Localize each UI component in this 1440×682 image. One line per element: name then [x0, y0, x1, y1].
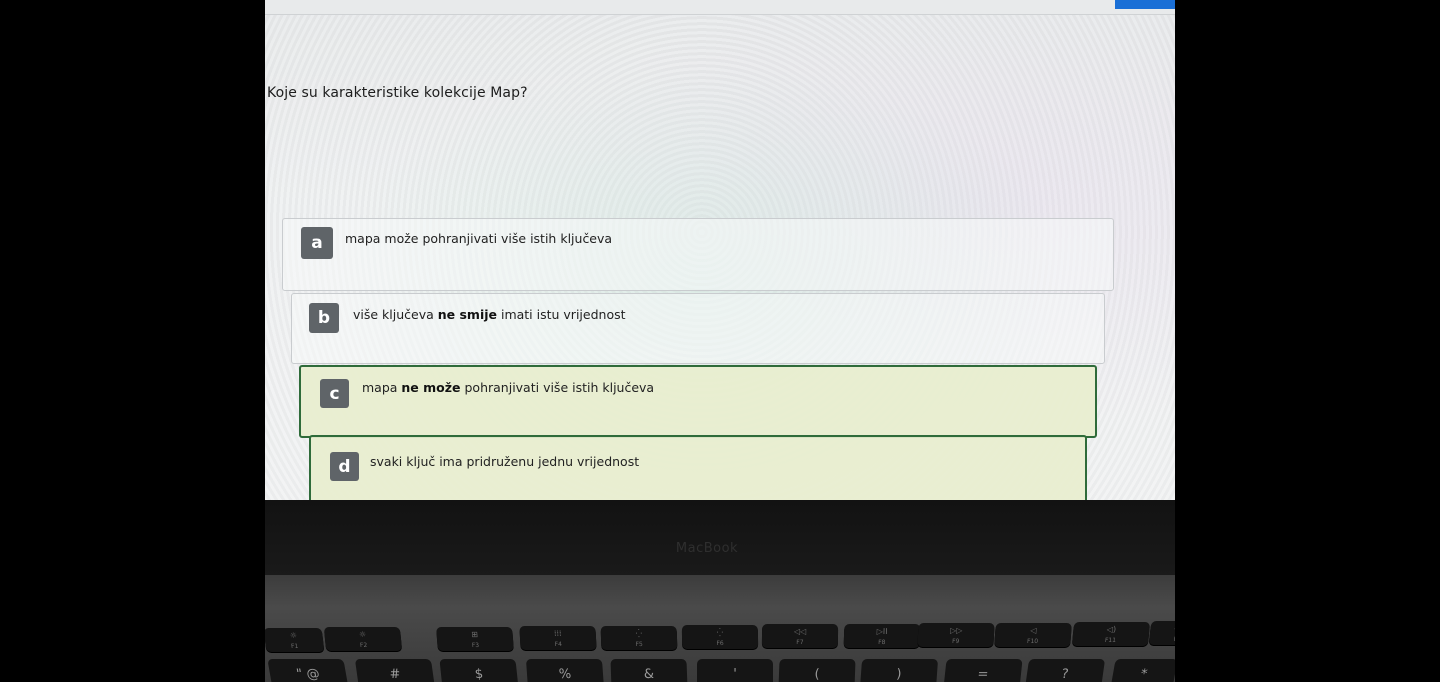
function-key-icon: ☼ [289, 631, 298, 640]
option-text: mapa ne može pohranjivati više istih klj… [362, 380, 654, 395]
quiz-screen: Koje su karakteristike kolekcije Map? a … [265, 0, 1175, 516]
top-bar [265, 0, 1175, 15]
option-letter-badge: b [309, 303, 339, 333]
screen-bezel [265, 500, 1175, 578]
option-text-part: više ključeva [353, 307, 438, 322]
number-key[interactable]: " @ [267, 659, 349, 682]
function-key-icon: ◁ [1029, 625, 1037, 635]
top-action-button[interactable] [1115, 0, 1175, 9]
function-key[interactable]: ▷▷ F9 [917, 623, 995, 648]
function-key-icon: ☼ [358, 630, 367, 640]
function-key-icon: ▷▷ [949, 626, 963, 636]
option-text: više ključeva ne smije imati istu vrijed… [353, 307, 626, 322]
option-text: svaki ključ ima pridruženu jednu vrijedn… [370, 454, 639, 469]
function-key[interactable]: ☼ F2 [323, 627, 403, 652]
option-letter-badge: d [330, 452, 359, 481]
number-key[interactable]: & [610, 659, 688, 682]
number-key[interactable]: ( [778, 659, 856, 682]
function-key-icon: ▷II [876, 626, 888, 636]
function-key-label: F6 [716, 640, 724, 647]
number-key[interactable]: * [1110, 659, 1175, 682]
function-key-label: F3 [471, 641, 480, 649]
answer-option-d[interactable]: d svaki ključ ima pridruženu jednu vrije… [309, 435, 1087, 509]
function-key-label: F1 [290, 643, 299, 650]
function-key-icon: ◁) [1106, 625, 1117, 634]
option-text-part: svaki ključ ima pridruženu jednu vrijedn… [370, 454, 640, 469]
brand-label: MacBook [675, 541, 739, 556]
function-key[interactable]: ▷II F8 [843, 623, 921, 648]
function-key-icon: ⁞⁞⁞ [553, 629, 562, 639]
number-key[interactable]: = [943, 659, 1023, 682]
function-key-label: F2 [359, 642, 368, 650]
number-key[interactable]: # [354, 659, 436, 682]
function-key[interactable]: ⁛ F5 [600, 625, 678, 650]
number-key[interactable]: ' [697, 659, 773, 682]
option-text-bold: ne može [401, 380, 461, 395]
option-letter-badge: c [320, 379, 349, 408]
function-key[interactable]: ⁞⁞⁞ F4 [519, 626, 597, 651]
function-key[interactable]: ◁) F11 [1071, 622, 1151, 646]
number-key[interactable]: ? [1024, 659, 1106, 682]
function-key-label: F8 [878, 638, 886, 646]
function-key-label: F7 [796, 639, 804, 647]
option-letter-badge: a [301, 227, 333, 259]
function-key-label: F4 [554, 641, 563, 649]
keyboard-deck: ☼ F1 ☼ F2 ⊞ F3 ⁞⁞⁞ F4 ⁛ F5 ⁛ F6 ◁◁ F7 ▷II F8 ▷▷ F9 ◁ F10 ◁) F… [265, 575, 1175, 682]
function-key[interactable]: ◁)) F12 [1148, 621, 1175, 646]
answer-option-c[interactable]: c mapa ne može pohranjivati više istih k… [299, 365, 1097, 438]
function-key[interactable]: ⁛ F6 [681, 625, 759, 649]
option-text-part: mapa može pohranjivati više istih ključe… [345, 231, 613, 246]
answer-option-b[interactable]: b više ključeva ne smije imati istu vrij… [291, 293, 1105, 364]
question-text: Koje su karakteristike kolekcije Map? [267, 85, 528, 101]
function-key-icon: ⁛ [716, 628, 724, 637]
number-key[interactable]: % [525, 659, 605, 682]
function-key-icon: ⊞ [470, 629, 479, 639]
option-text-part: mapa [362, 380, 402, 395]
function-key-label: F10 [1026, 637, 1039, 645]
answer-option-a[interactable]: a mapa može pohranjivati više istih klju… [282, 218, 1114, 291]
function-key-label: F5 [635, 640, 643, 648]
function-key-label: F12 [1149, 636, 1175, 643]
function-key-label: F11 [1104, 637, 1117, 644]
number-key[interactable]: ) [859, 659, 939, 682]
option-text: mapa može pohranjivati više istih ključe… [345, 231, 612, 246]
function-key[interactable]: ◁ F10 [994, 622, 1072, 647]
function-key-icon: ⁛ [635, 628, 643, 638]
function-key-icon: ◁◁ [793, 627, 807, 637]
function-key-label: F9 [951, 638, 960, 646]
option-text-part: pohranjivati više istih ključeva [460, 380, 655, 395]
number-key[interactable]: $ [439, 659, 519, 682]
option-text-bold: ne smije [437, 307, 497, 322]
function-key[interactable]: ◁◁ F7 [761, 624, 839, 649]
function-key-icon: ◁)) [1150, 624, 1175, 633]
laptop-photo: Koje su karakteristike kolekcije Map? a … [265, 0, 1175, 682]
function-key[interactable]: ⊞ F3 [436, 626, 514, 651]
function-key[interactable]: ☼ F1 [265, 628, 325, 652]
option-text-part: imati istu vrijednost [497, 307, 626, 322]
